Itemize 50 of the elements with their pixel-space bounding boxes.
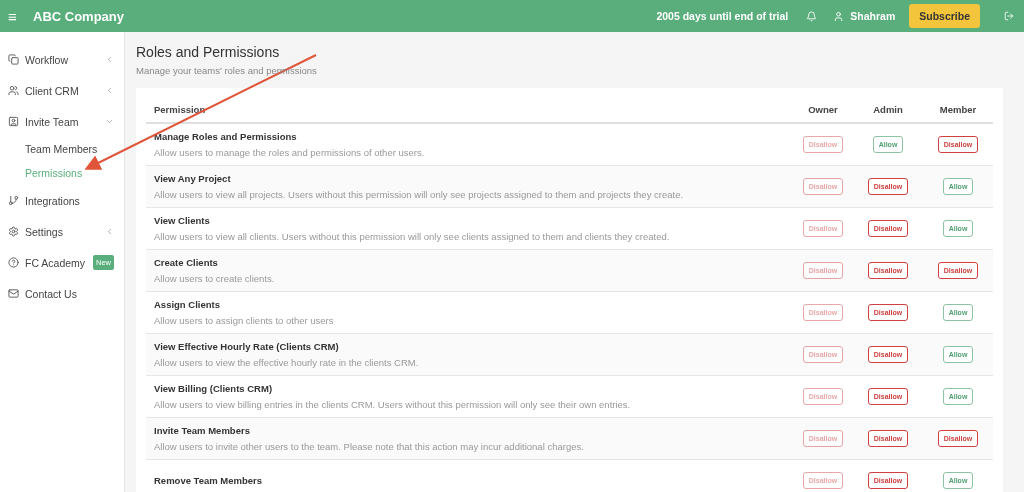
column-header: Permission [154, 103, 207, 115]
logout-icon[interactable] [1004, 11, 1014, 21]
permission-name: Manage Roles and Permissions [154, 131, 298, 142]
branch-icon [8, 195, 19, 206]
column-header: Admin [873, 103, 903, 115]
sidebar-item[interactable]: Settings [25, 225, 99, 238]
copy-icon [8, 54, 19, 65]
settings-icon [8, 226, 19, 237]
chevron-left-icon[interactable] [105, 227, 114, 236]
permission-description: Allow users to manage the roles and permissions of other users. [154, 147, 426, 158]
bell-icon[interactable] [806, 10, 818, 22]
page-title: Roles and Permissions [136, 44, 281, 60]
permission-description: Allow users to invite other users to the team. Please note that this action may incur additional charges. [154, 441, 585, 452]
permission-description: Allow users to view the effective hourly rate in the clients CRM. [154, 357, 420, 368]
permission-name: View Effective Hourly Rate (Clients CRM) [154, 341, 340, 352]
column-header: Member [939, 103, 977, 115]
chevron-left-icon[interactable] [105, 55, 114, 64]
sidebar-subitem[interactable]: Permissions [0, 161, 124, 185]
subscribe-button[interactable]: Subscribe [909, 4, 980, 28]
sidebar-item[interactable]: FC Academy [25, 256, 87, 269]
permission-name: Invite Team Members [154, 425, 251, 436]
permission-name: Create Clients [154, 257, 219, 268]
person-card-icon [8, 116, 19, 127]
sidebar-item[interactable]: Workflow [25, 53, 99, 66]
company-name: ABC Company [33, 8, 125, 24]
column-header: Owner [808, 103, 838, 115]
permission-name: View Clients [154, 215, 211, 226]
mail-icon [8, 288, 19, 299]
sidebar-item[interactable]: Client CRM [25, 84, 99, 97]
permission-name: View Billing (Clients CRM) [154, 383, 274, 394]
chevron-left-icon[interactable] [105, 86, 114, 95]
user-icon[interactable] [833, 10, 845, 22]
permission-description: Allow users to create clients. [154, 273, 276, 284]
trial-notice: 2005 days until end of trial [656, 10, 789, 22]
sidebar-subitem[interactable]: Team Members [0, 137, 124, 161]
help-icon [8, 257, 19, 268]
sidebar-item[interactable]: Contact Us [25, 287, 114, 300]
user-name[interactable]: Shahram [850, 10, 896, 22]
permission-description: Allow users to view billing entries in the clients CRM. Users without this permission will only see their own entries. [154, 399, 632, 410]
menu-icon[interactable]: ≡ [8, 7, 30, 25]
users-icon [8, 85, 19, 96]
sidebar-item[interactable]: Invite Team [25, 115, 99, 128]
chevron-down-icon[interactable] [105, 117, 114, 126]
permission-name: Assign Clients [154, 299, 221, 310]
permission-name: Remove Team Members [154, 475, 264, 486]
sidebar-item[interactable]: Integrations [25, 194, 114, 207]
permission-name: View Any Project [154, 173, 232, 184]
permission-description: Allow users to view all clients. Users without this permission will only see clients assigned to them and clients they created. [154, 231, 671, 242]
permission-description: Allow users to view all projects. Users without this permission will only see projects assigned to them and projects they create. [154, 189, 685, 200]
permission-description: Allow users to assign clients to other users [154, 315, 335, 326]
